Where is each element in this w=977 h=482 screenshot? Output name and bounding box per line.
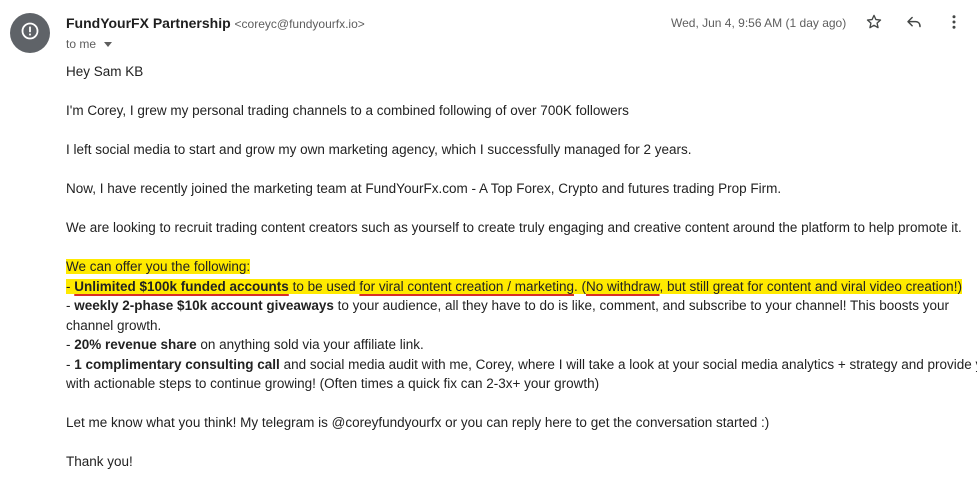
offer-item-giveaways-cont: channel growth. <box>66 318 162 333</box>
offer-bold: Unlimited $100k funded accounts <box>74 279 289 294</box>
offer-text: . ( <box>573 279 586 294</box>
sender-line: FundYourFX Partnership <coreyc@fundyourf… <box>66 15 365 31</box>
offer-text: to be used <box>288 279 360 294</box>
offer-intro-text: We can offer you the following: <box>66 259 251 274</box>
offer-bold: 1 complimentary consulting call <box>74 357 280 372</box>
paragraph-intro: I'm Corey, I grew my personal trading ch… <box>66 103 629 118</box>
offer-text: and social media audit with me, Corey, w… <box>279 357 977 372</box>
offer-text: , but still great for content and viral … <box>659 279 962 294</box>
offer-item-revenue-share: - 20% revenue share on anything sold via… <box>66 337 424 352</box>
signoff: Thank you! <box>66 454 133 469</box>
reply-icon <box>905 13 923 36</box>
more-options-button[interactable] <box>944 14 964 34</box>
offer-item-text: - Unlimited $100k funded accounts to be … <box>66 279 962 294</box>
reply-button[interactable] <box>904 14 924 34</box>
offer-item-consulting: - 1 complimentary consulting call and so… <box>66 357 977 372</box>
paragraph-background: I left social media to start and grow my… <box>66 142 692 157</box>
offer-bold: 20% revenue share <box>74 337 197 352</box>
offer-bold: weekly 2-phase $10k account giveaways <box>74 298 334 313</box>
offer-dash: - <box>66 298 75 313</box>
offer-intro: We can offer you the following: <box>66 259 251 274</box>
offer-dash: - <box>66 337 75 352</box>
offer-item-funded-accounts: - Unlimited $100k funded accounts to be … <box>66 279 962 294</box>
to-label: to me <box>66 37 97 51</box>
more-vert-icon <box>945 13 963 36</box>
sender-name[interactable]: FundYourFX Partnership <box>66 15 231 31</box>
email-date: Wed, Jun 4, 9:56 AM (1 day ago) <box>671 16 847 30</box>
star-button[interactable] <box>864 14 884 34</box>
offer-underlined-text: No withdraw <box>585 279 660 294</box>
chevron-down-icon[interactable] <box>104 42 113 47</box>
sender-avatar[interactable] <box>10 13 50 53</box>
paragraph-recruit: We are looking to recruit trading conten… <box>66 220 962 235</box>
star-icon <box>865 13 883 36</box>
offer-text: on anything sold via your affiliate link… <box>196 337 424 352</box>
offer-item-giveaways: - weekly 2-phase $10k account giveaways … <box>66 298 949 313</box>
paragraph-role: Now, I have recently joined the marketin… <box>66 181 782 196</box>
recipient-details-toggle[interactable]: to me <box>66 37 113 51</box>
offer-underlined-text: for viral content creation / marketing <box>359 279 574 294</box>
offer-dash: - <box>66 279 75 294</box>
alert-circle-icon <box>20 21 40 46</box>
offer-dash: - <box>66 357 75 372</box>
closing-paragraph: Let me know what you think! My telegram … <box>66 415 770 430</box>
greeting: Hey Sam KB <box>66 64 144 79</box>
offer-text: to your audience, all they have to do is… <box>333 298 949 313</box>
offer-item-consulting-cont: with actionable steps to continue growin… <box>66 376 600 391</box>
sender-email: <coreyc@fundyourfx.io> <box>234 17 365 31</box>
